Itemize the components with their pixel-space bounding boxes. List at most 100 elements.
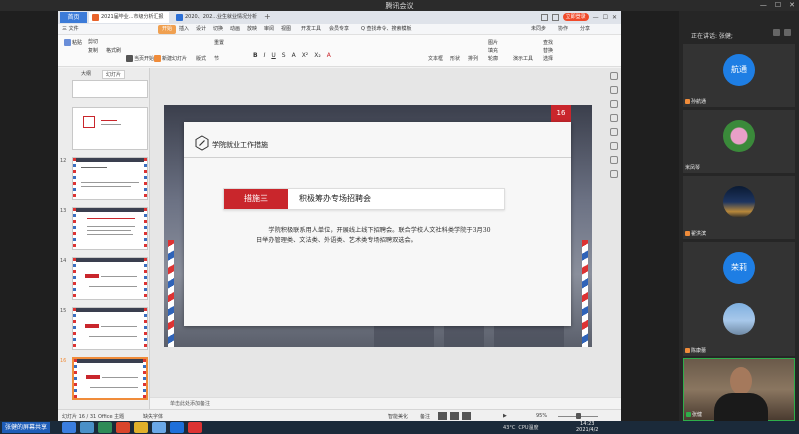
replace-button[interactable]: 替换 [543, 47, 553, 54]
home-tab[interactable]: 首页 [60, 12, 87, 23]
close-button[interactable]: ✕ [789, 1, 795, 9]
new-tab-button[interactable]: + [264, 12, 271, 22]
underline-button[interactable]: U [271, 52, 275, 59]
login-button[interactable]: 立即登录 [562, 13, 589, 21]
menu-file[interactable]: 三 文件 [62, 24, 79, 35]
doc-tab-active[interactable]: 2021届毕业...市级分析汇报 [89, 12, 169, 23]
maximize-button[interactable]: ☐ [603, 14, 608, 21]
bold-button[interactable]: B [253, 52, 258, 59]
reset-button[interactable]: 重置 [214, 39, 224, 46]
normal-view-button[interactable] [438, 412, 447, 420]
tab-outline[interactable]: 大纲 [78, 70, 94, 79]
app-icon[interactable] [62, 422, 76, 433]
arrange-button[interactable]: 排列 [468, 55, 478, 62]
participant-tile[interactable]: 陈康蕾 [683, 293, 795, 356]
browser-icon[interactable] [116, 422, 130, 433]
menu-view[interactable]: 视图 [281, 24, 291, 35]
play-slideshow-icon[interactable]: ▶ [503, 413, 507, 419]
tool-icon[interactable] [610, 156, 618, 164]
text-box-button[interactable]: 文本框 [428, 55, 443, 62]
slide[interactable]: 16 学院就业工作措施 措施三 积极筹办专场招聘会 学院积极联系用人单位，开展线… [164, 105, 592, 347]
zoom-slider-handle[interactable] [576, 413, 581, 419]
close-button[interactable]: ✕ [612, 14, 617, 21]
tool-icon[interactable] [610, 142, 618, 150]
font-color-button[interactable]: A [327, 52, 331, 59]
slide-thumbnail-selected[interactable] [72, 357, 148, 400]
expand-icon[interactable] [784, 29, 791, 36]
sorter-view-button[interactable] [450, 412, 459, 420]
tool-icon[interactable] [610, 72, 618, 80]
notes-pane[interactable]: 单击此处添加备注 [150, 397, 621, 409]
select-button[interactable]: 选择 [543, 55, 553, 62]
layout-button[interactable]: 版式 [196, 55, 206, 62]
italic-button[interactable]: I [264, 52, 266, 59]
grid-icon[interactable] [551, 13, 559, 21]
picture-button[interactable]: 图片 [488, 39, 498, 46]
screen-share-indicator[interactable]: 张健的屏幕共享 [2, 422, 51, 433]
demo-tools-button[interactable]: 演示工具 [513, 55, 533, 62]
shapes-button[interactable]: 形状 [450, 55, 460, 62]
strike-button[interactable]: S [282, 52, 286, 59]
app-icon[interactable] [134, 422, 148, 433]
subscript-button[interactable]: X₂ [314, 52, 321, 59]
missing-font-button[interactable]: 缺失字体 [143, 413, 163, 420]
slide-thumbnail[interactable] [72, 307, 148, 350]
participant-video-tile[interactable]: 张健 [683, 358, 795, 423]
section-button[interactable]: 节 [214, 55, 219, 62]
tool-icon[interactable] [610, 86, 618, 94]
menu-member[interactable]: 会员专享 [329, 24, 349, 35]
copy-button[interactable]: 复制 [88, 47, 98, 54]
paste-button[interactable]: 粘贴 [64, 39, 82, 46]
share-button[interactable]: 分享 [580, 24, 590, 35]
menu-design[interactable]: 设计 [196, 24, 206, 35]
app-icon[interactable] [80, 422, 94, 433]
tool-icon[interactable] [610, 100, 618, 108]
tab-slides[interactable]: 幻灯片 [102, 70, 126, 79]
doc-tab[interactable]: 2020、202...业生就业情况分析 [173, 12, 261, 23]
sync-status[interactable]: 未同步 [531, 24, 546, 35]
participant-tile[interactable]: 翟洪滨 [683, 176, 795, 239]
collaborate-button[interactable]: 协作 [558, 24, 568, 35]
app-icon[interactable] [152, 422, 166, 433]
find-button[interactable]: 查找 [543, 39, 553, 46]
wps-app-icon[interactable] [188, 422, 202, 433]
slide-thumbnail[interactable] [72, 207, 148, 250]
tool-icon[interactable] [610, 128, 618, 136]
format-painter-button[interactable]: 格式刷 [106, 47, 121, 54]
shadow-button[interactable]: A [292, 52, 296, 59]
menu-slideshow[interactable]: 放映 [247, 24, 257, 35]
cut-label: 剪切 [88, 39, 99, 45]
fill-button[interactable]: 填充 [488, 47, 498, 54]
layout-icon[interactable] [773, 29, 780, 36]
minimize-button[interactable]: — [593, 14, 599, 21]
cut-button[interactable]: 剪切 [88, 38, 98, 45]
meeting-app-icon[interactable] [170, 422, 184, 433]
outline-button[interactable]: 轮廓 [488, 55, 498, 62]
body-text[interactable]: 学院积极联系用人单位，开展线上线下招聘会。联合学校人文社科类学院于3月30日举办… [256, 226, 494, 245]
slide-thumbnail[interactable] [72, 80, 148, 98]
beautify-button[interactable]: 智能美化 [388, 413, 408, 420]
menu-review[interactable]: 审阅 [264, 24, 274, 35]
slide-thumbnail[interactable] [72, 257, 148, 300]
menu-start[interactable]: 开始 [158, 25, 177, 34]
superscript-button[interactable]: X² [302, 52, 309, 59]
command-search[interactable]: Q 查找命令、搜索模板 [361, 24, 412, 35]
tool-icon[interactable] [610, 114, 618, 122]
minimize-button[interactable]: — [760, 1, 767, 9]
menu-insert[interactable]: 插入 [179, 24, 189, 35]
menu-animation[interactable]: 动画 [230, 24, 240, 35]
slide-thumbnail[interactable] [72, 157, 148, 200]
reading-view-button[interactable] [462, 412, 471, 420]
slide-thumbnail[interactable] [72, 107, 148, 150]
maximize-button[interactable]: ☐ [775, 1, 781, 9]
play-current-button[interactable]: 当页开始 [126, 55, 154, 62]
app-icon[interactable] [98, 422, 112, 433]
menu-developer[interactable]: 开发工具 [301, 24, 321, 35]
participant-tile[interactable]: 航通 孙航通 [683, 44, 795, 107]
notes-toggle[interactable]: 备注 [420, 413, 430, 420]
tool-icon[interactable] [610, 170, 618, 178]
layout-icon[interactable] [540, 13, 548, 21]
new-slide-button[interactable]: 新建幻灯片 [154, 55, 187, 62]
menu-transition[interactable]: 切换 [213, 24, 223, 35]
participant-tile[interactable]: 米凤琴 [683, 110, 795, 173]
